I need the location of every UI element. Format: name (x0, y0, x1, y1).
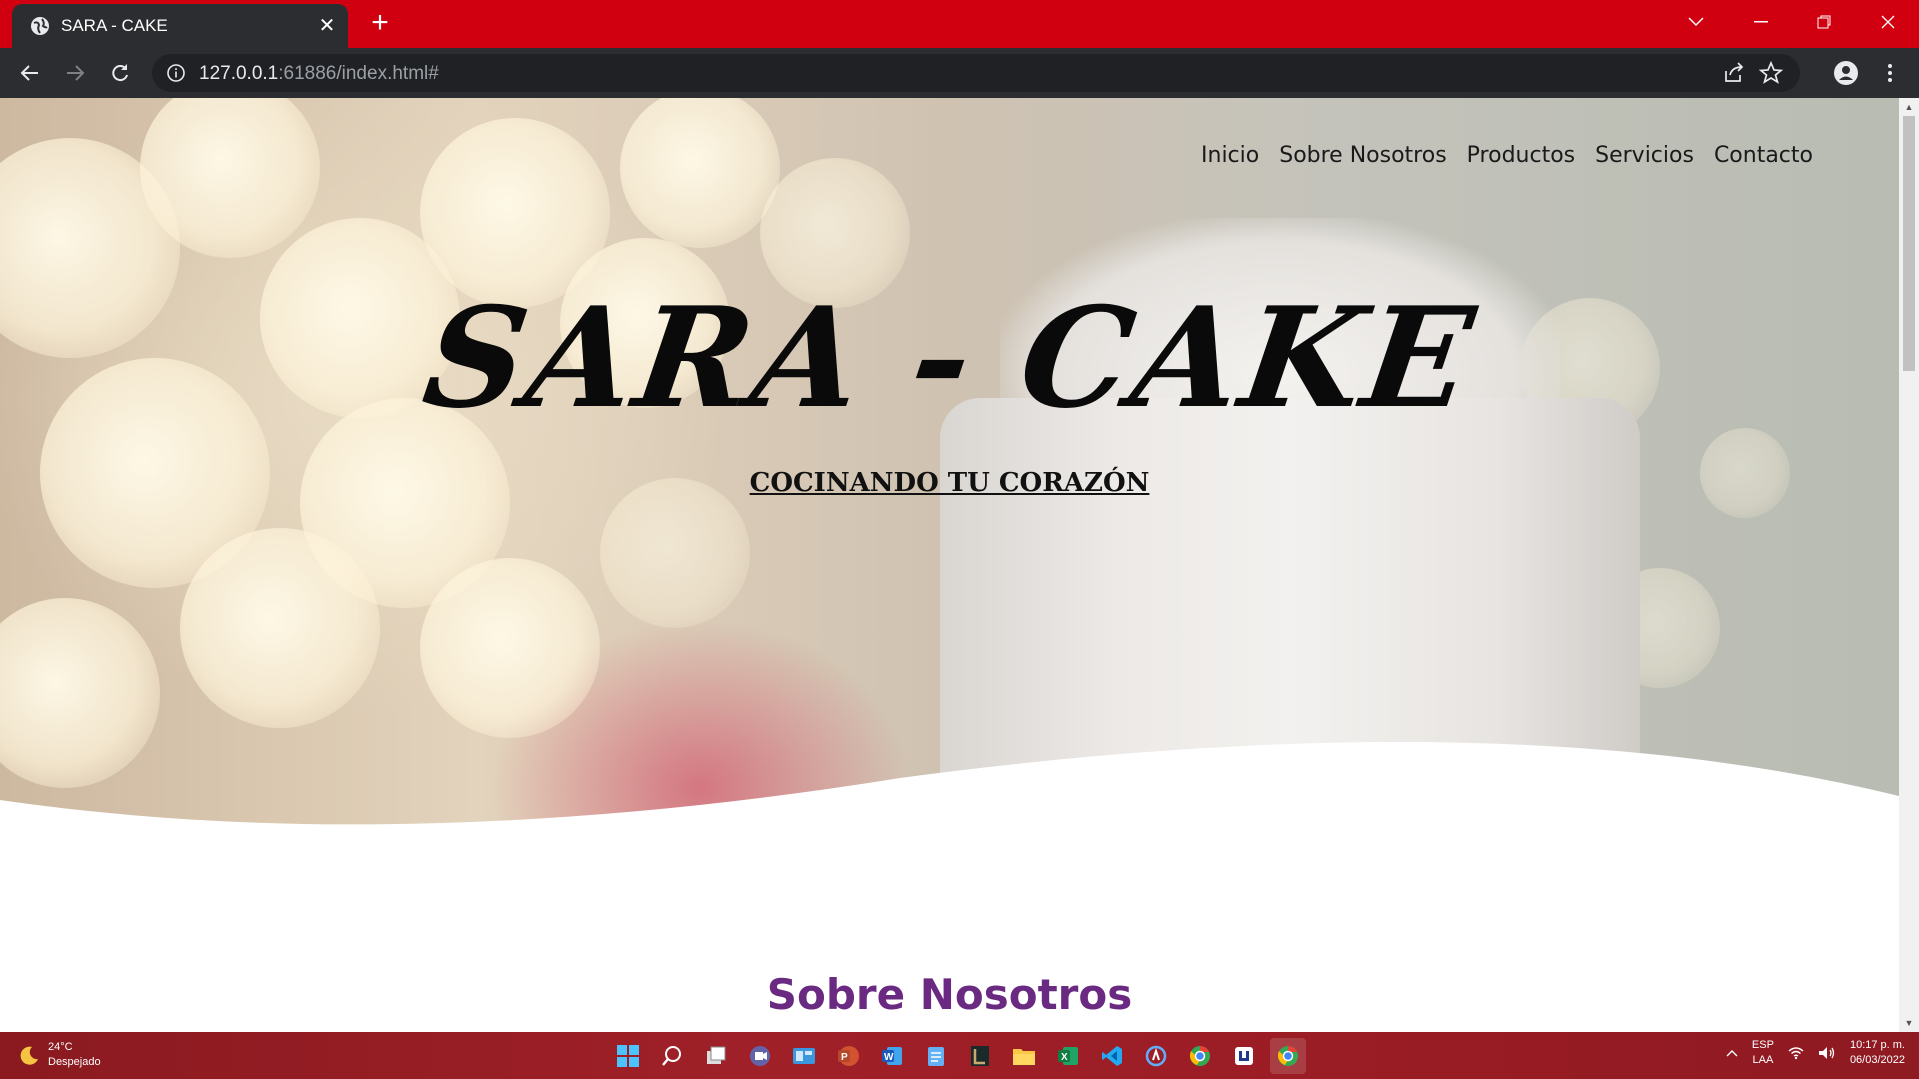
clock[interactable]: 10:17 p. m. 06/03/2022 (1850, 1038, 1905, 1068)
widgets-icon[interactable] (786, 1038, 822, 1074)
clock-date: 06/03/2022 (1849, 1054, 1905, 1066)
nav-contacto[interactable]: Contacto (1714, 143, 1813, 168)
browser-tab[interactable]: SARA - CAKE ✕ (12, 4, 348, 48)
tab-search-icon[interactable] (1668, 0, 1724, 44)
azure-data-icon[interactable] (1138, 1038, 1174, 1074)
back-arrow-icon[interactable] (13, 56, 47, 90)
bookmark-star-icon[interactable] (1759, 61, 1783, 85)
word-icon[interactable]: W (874, 1038, 910, 1074)
windows-taskbar: 24°C Despejado P W X ESP LAA 10:17 p. m.… (0, 1032, 1919, 1079)
taskbar-apps: P W X (610, 1038, 1306, 1074)
globe-icon (31, 17, 49, 35)
share-icon[interactable] (1722, 61, 1746, 85)
scroll-down-icon[interactable]: ▼ (1904, 1018, 1914, 1028)
browser-toolbar: 127.0.0.1:61886/index.html# (0, 48, 1919, 98)
svg-text:P: P (841, 1052, 848, 1063)
scroll-up-icon[interactable]: ▲ (1904, 102, 1914, 112)
volume-icon[interactable] (1818, 1046, 1836, 1060)
tab-strip: SARA - CAKE ✕ + (0, 0, 1919, 48)
info-icon[interactable] (166, 63, 186, 83)
minimize-icon[interactable] (1733, 0, 1789, 44)
profile-icon[interactable] (1829, 56, 1863, 90)
weather-temp: 24°C (48, 1041, 73, 1053)
app-icon[interactable] (1226, 1038, 1262, 1074)
notepad-icon[interactable] (918, 1038, 954, 1074)
task-view-icon[interactable] (698, 1038, 734, 1074)
lang-top: ESP (1751, 1039, 1774, 1051)
nav-servicios[interactable]: Servicios (1595, 143, 1694, 168)
url-path: :61886/index.html# (278, 63, 439, 84)
excel-icon[interactable]: X (1050, 1038, 1086, 1074)
section-title-about: Sobre Nosotros (766, 970, 1133, 1019)
hero-wave-divider (0, 742, 1899, 848)
search-icon[interactable] (654, 1038, 690, 1074)
league-icon[interactable] (962, 1038, 998, 1074)
url-text: 127.0.0.1:61886/index.html# (199, 63, 439, 85)
new-tab-button[interactable]: + (364, 7, 396, 39)
chevron-up-icon[interactable] (1726, 1049, 1738, 1057)
svg-text:W: W (884, 1052, 894, 1063)
svg-text:X: X (1061, 1052, 1068, 1063)
wifi-icon[interactable] (1788, 1046, 1804, 1060)
scroll-thumb[interactable] (1903, 116, 1915, 371)
close-window-icon[interactable] (1860, 0, 1916, 44)
language-indicator[interactable]: ESP LAA (1752, 1038, 1774, 1068)
brand-title: SARA - CAKE (415, 276, 1484, 439)
nav-productos[interactable]: Productos (1467, 143, 1575, 168)
address-bar[interactable]: 127.0.0.1:61886/index.html# (152, 54, 1800, 92)
nav-inicio[interactable]: Inicio (1201, 143, 1259, 168)
clock-time: 10:17 p. m. (1849, 1039, 1905, 1051)
nav-sobre-nosotros[interactable]: Sobre Nosotros (1279, 143, 1446, 168)
lang-bottom: LAA (1752, 1054, 1774, 1066)
system-tray: ESP LAA 10:17 p. m. 06/03/2022 (1726, 1038, 1905, 1068)
hero-banner: Inicio Sobre Nosotros Productos Servicio… (0, 98, 1899, 848)
teams-icon[interactable] (742, 1038, 778, 1074)
restore-icon[interactable] (1796, 0, 1852, 44)
forward-arrow-icon[interactable] (58, 56, 92, 90)
site-nav: Inicio Sobre Nosotros Productos Servicio… (1201, 143, 1813, 168)
url-host: 127.0.0.1 (199, 63, 279, 84)
close-tab-icon[interactable]: ✕ (314, 12, 340, 40)
tagline-link[interactable]: COCINANDO TU CORAZÓN (0, 468, 1899, 498)
moon-icon (20, 1046, 38, 1065)
menu-kebab-icon[interactable] (1873, 56, 1907, 90)
weather-widget[interactable]: 24°C Despejado (18, 1040, 101, 1070)
start-icon[interactable] (610, 1038, 646, 1074)
reload-icon[interactable] (103, 56, 137, 90)
chrome-profile-icon[interactable] (1182, 1038, 1218, 1074)
explorer-icon[interactable] (1006, 1038, 1042, 1074)
tab-title: SARA - CAKE (61, 16, 168, 35)
vscode-icon[interactable] (1094, 1038, 1130, 1074)
weather-desc: Despejado (48, 1056, 101, 1068)
chrome-icon[interactable] (1270, 1038, 1306, 1074)
powerpoint-icon[interactable]: P (830, 1038, 866, 1074)
page-scrollbar[interactable]: ▲ ▼ (1899, 98, 1919, 1032)
page-viewport: Inicio Sobre Nosotros Productos Servicio… (0, 98, 1899, 1032)
